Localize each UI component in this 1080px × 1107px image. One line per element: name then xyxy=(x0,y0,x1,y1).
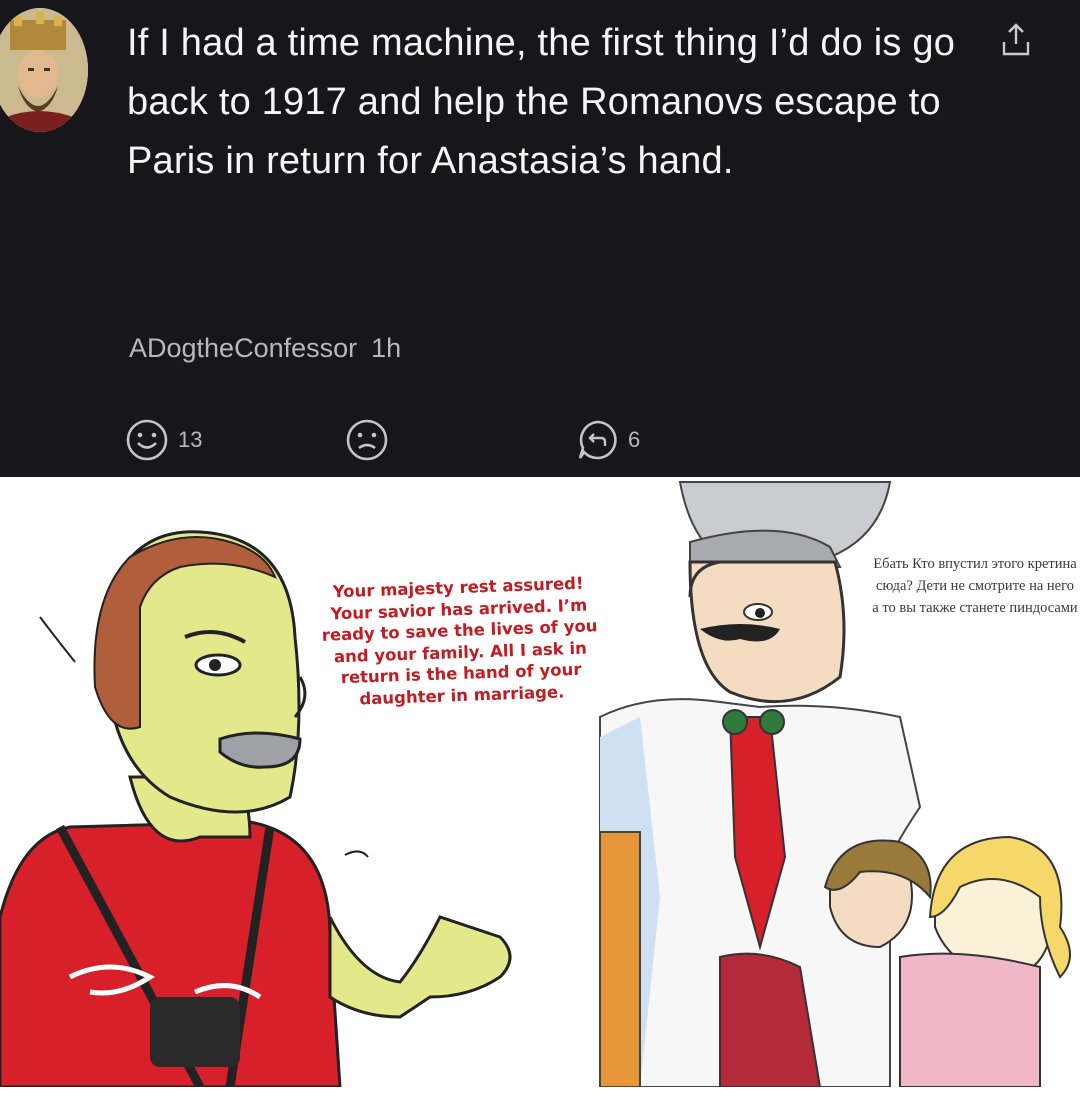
comment-text: If I had a time machine, the first thing… xyxy=(127,22,956,182)
bottom-margin xyxy=(0,1087,1080,1107)
timestamp: 1h xyxy=(371,333,402,363)
reply-icon xyxy=(578,420,617,460)
comment-meta: ADogtheConfessor 1h xyxy=(129,333,401,364)
like-count: 13 xyxy=(178,427,203,452)
tourist-speech-bubble: Your majesty rest assured! Your savior h… xyxy=(321,573,598,709)
reply-button[interactable]: 6 xyxy=(574,416,640,464)
like-button[interactable]: 13 xyxy=(124,416,202,464)
username[interactable]: ADogtheConfessor xyxy=(129,333,357,363)
share-icon[interactable] xyxy=(996,20,1036,60)
smiley-icon xyxy=(126,419,168,461)
dislike-button[interactable] xyxy=(344,416,390,464)
comment-card: If I had a time machine, the first thing… xyxy=(0,0,1080,477)
tsar-speech-bubble: Ебать Кто впустил этого кретина сюда? Де… xyxy=(872,556,1078,616)
meme-comic-image: Your majesty rest assured! Your savior h… xyxy=(0,477,1080,1087)
reply-count: 6 xyxy=(628,427,641,452)
avatar[interactable] xyxy=(0,8,88,132)
frown-icon xyxy=(346,419,388,461)
